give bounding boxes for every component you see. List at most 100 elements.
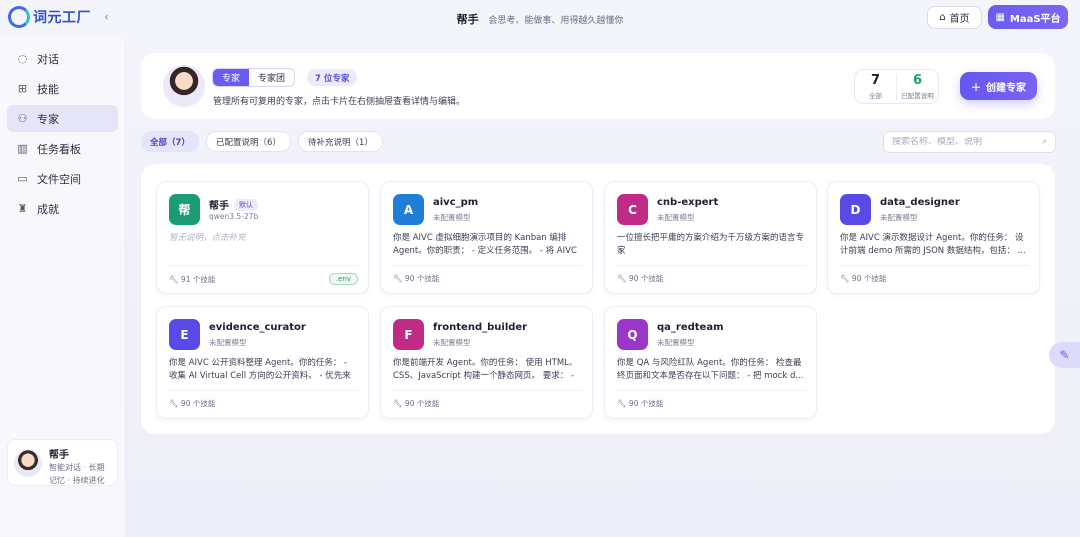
expert-model: 未配置模型 (657, 213, 695, 222)
grid-icon: ▦ (995, 11, 1005, 23)
expert-description: 你是 QA 与风险红队 Agent。你的任务： 检查最终页面和文本是否存在以下问… (617, 358, 804, 381)
home-button[interactable]: ⌂ 首页 (927, 6, 982, 29)
stats-box: 7 全部 6 已配置说明 (854, 69, 939, 104)
assistant-profile-card[interactable]: 帮手 智能对话 · 长期 记忆 · 持续进化 (7, 439, 118, 486)
wrench-icon: 🔧︎ (617, 399, 627, 408)
sidebar-item-label: 技能 (37, 82, 59, 96)
profile-desc-line1: 智能对话 · 长期 (49, 463, 105, 472)
edit-float-button[interactable]: ✎ (1049, 342, 1080, 368)
sidebar-item-chat[interactable]: ◌ 对话 (7, 45, 118, 72)
stat-configured: 6 已配置说明 (896, 72, 938, 100)
sidebar-item-label: 专家 (37, 112, 59, 126)
sidebar-item-label: 成就 (37, 202, 59, 216)
expert-name: evidence_curator (209, 322, 306, 333)
profile-desc-line2: 记忆 · 持续进化 (49, 476, 105, 485)
env-tag: .env (328, 273, 358, 285)
expert-name: frontend_builder (433, 322, 528, 333)
expert-card-cnb-expert[interactable]: C cnb-expert 未配置模型 一位擅长把平庸的方案介绍为千万级方案的语言… (604, 181, 817, 294)
profile-name: 帮手 (49, 450, 69, 461)
expert-name-row: data_designer (880, 197, 960, 208)
expert-footer: 🔧︎ 90 个技能 (393, 265, 582, 284)
skills-count: 90 个技能 (628, 274, 664, 283)
filter-configured[interactable]: 已配置说明（6） (206, 131, 291, 152)
trophy-icon: ♜ (17, 202, 28, 215)
expert-card-aivc-pm[interactable]: A aivc_pm 未配置模型 你是 AIVC 虚拟细胞演示项目的 Kanban… (380, 181, 593, 294)
tab-expert-teams[interactable]: 专家团 (249, 69, 294, 86)
experts-header-panel: 专家 专家团 7 位专家 管理所有可复用的专家，点击卡片在右侧抽屉查看详情与编辑… (141, 53, 1055, 119)
filter-all[interactable]: 全部（7） (141, 131, 199, 152)
expert-name: data_designer (880, 197, 960, 208)
skills-count: 90 个技能 (628, 399, 664, 408)
expert-avatar-badge: Q (617, 319, 648, 350)
expert-card-evidence-curator[interactable]: E evidence_curator 未配置模型 你是 AIVC 公开资料整理 … (156, 306, 369, 419)
sidebar-item-file-space[interactable]: ▭ 文件空间 (7, 165, 118, 192)
expert-name: qa_redteam (657, 322, 724, 333)
home-button-label: 首页 (949, 14, 970, 25)
maas-platform-button[interactable]: ▦ MaaS平台 (988, 5, 1068, 29)
expert-avatar-badge: E (169, 319, 200, 350)
expert-avatar (163, 65, 205, 107)
home-icon: ⌂ (939, 12, 946, 23)
experts-icon: ⚇ (17, 112, 28, 125)
stat-configured-number: 6 (912, 72, 923, 88)
expert-name-row: 帮手 默认 (209, 197, 258, 212)
skills-count: 90 个技能 (180, 399, 216, 408)
expert-count-badge: 7 位专家 (307, 69, 358, 86)
expert-avatar-badge: C (617, 194, 648, 225)
stat-configured-label: 已配置说明 (901, 91, 934, 100)
page-title: 帮手 (456, 13, 479, 26)
search-input[interactable] (892, 137, 1032, 147)
expert-card-qa-redteam[interactable]: Q qa_redteam 未配置模型 你是 QA 与风险红队 Agent。你的任… (604, 306, 817, 419)
sidebar-item-achievements[interactable]: ♜ 成就 (7, 195, 118, 222)
sidebar-item-experts[interactable]: ⚇ 专家 (7, 105, 118, 132)
sidebar-item-task-board[interactable]: ▥ 任务看板 (7, 135, 118, 162)
sidebar: ◌ 对话 ⊞ 技能 ⚇ 专家 ▥ 任务看板 ▭ 文件空间 ♜ 成就 帮手 智能对… (0, 38, 126, 537)
sidebar-item-label: 对话 (37, 52, 59, 66)
wrench-icon: 🔧︎ (393, 274, 403, 283)
sidebar-item-skills[interactable]: ⊞ 技能 (7, 75, 118, 102)
filter-pending[interactable]: 待补充说明（1） (298, 131, 383, 152)
skills-count: 90 个技能 (404, 274, 440, 283)
expert-avatar-badge: F (393, 319, 424, 350)
chat-bubble-icon: ◌ (17, 52, 28, 65)
expert-model: qwen3.5-27b (209, 212, 259, 221)
expert-description: 你是前端开发 Agent。你的任务： 使用 HTML、CSS、JavaScrip… (393, 358, 578, 381)
avatar (14, 449, 42, 477)
search-box[interactable]: ⌕ (883, 131, 1056, 153)
expert-name: cnb-expert (657, 197, 719, 208)
maas-button-label: MaaS平台 (1009, 13, 1061, 25)
sidebar-item-label: 文件空间 (37, 172, 81, 186)
view-switch: 专家 专家团 (212, 68, 296, 87)
create-expert-button[interactable]: ＋ 创建专家 (960, 72, 1037, 100)
expert-footer: 🔧︎ 90 个技能 (169, 390, 358, 409)
sidebar-item-label: 任务看板 (37, 142, 81, 156)
top-bar: 词元工厂 ‹ 帮手 会思考、能做事、用得越久越懂你 ⌂ 首页 ▦ MaaS平台 (0, 0, 1080, 38)
expert-name-row: evidence_curator (209, 322, 306, 333)
expert-avatar-badge: D (840, 194, 871, 225)
search-icon[interactable]: ⌕ (1042, 137, 1047, 147)
expert-footer: 🔧︎ 90 个技能 (617, 390, 806, 409)
expert-card-data-designer[interactable]: D data_designer 未配置模型 你是 AIVC 演示数据设计 Age… (827, 181, 1040, 294)
expert-footer: 🔧︎ 91 个技能 .env (169, 265, 358, 285)
plus-icon: ＋ (971, 82, 981, 94)
wrench-icon: 🔧︎ (169, 274, 179, 284)
skills-icon: ⊞ (17, 82, 28, 95)
stat-all: 7 全部 (855, 73, 896, 100)
tab-experts[interactable]: 专家 (213, 69, 250, 86)
expert-model: 未配置模型 (880, 213, 918, 222)
expert-card-frontend-builder[interactable]: F frontend_builder 未配置模型 你是前端开发 Agent。你的… (380, 306, 593, 419)
folder-icon: ▭ (17, 172, 28, 185)
expert-description: 暂无说明，点击补充 (169, 233, 246, 243)
wrench-icon: 🔧︎ (393, 399, 403, 408)
skills-count: 90 个技能 (851, 274, 887, 283)
kanban-icon: ▥ (17, 142, 28, 155)
expert-model: 未配置模型 (209, 338, 247, 347)
expert-description: 一位擅长把平庸的方案介绍为千万级方案的语言专家 (617, 233, 805, 256)
header-description: 管理所有可复用的专家，点击卡片在右侧抽屉查看详情与编辑。 (213, 97, 466, 107)
expert-model: 未配置模型 (433, 338, 471, 347)
expert-name-row: qa_redteam (657, 322, 724, 333)
expert-card-bangshou[interactable]: 帮 帮手 默认 qwen3.5-27b 暂无说明，点击补充 🔧︎ 91 个技能 … (156, 181, 369, 294)
expert-description: 你是 AIVC 演示数据设计 Agent。你的任务： 设计前端 demo 所需的… (840, 233, 1026, 256)
default-tag: 默认 (234, 198, 258, 211)
expert-footer: 🔧︎ 90 个技能 (840, 265, 1029, 284)
